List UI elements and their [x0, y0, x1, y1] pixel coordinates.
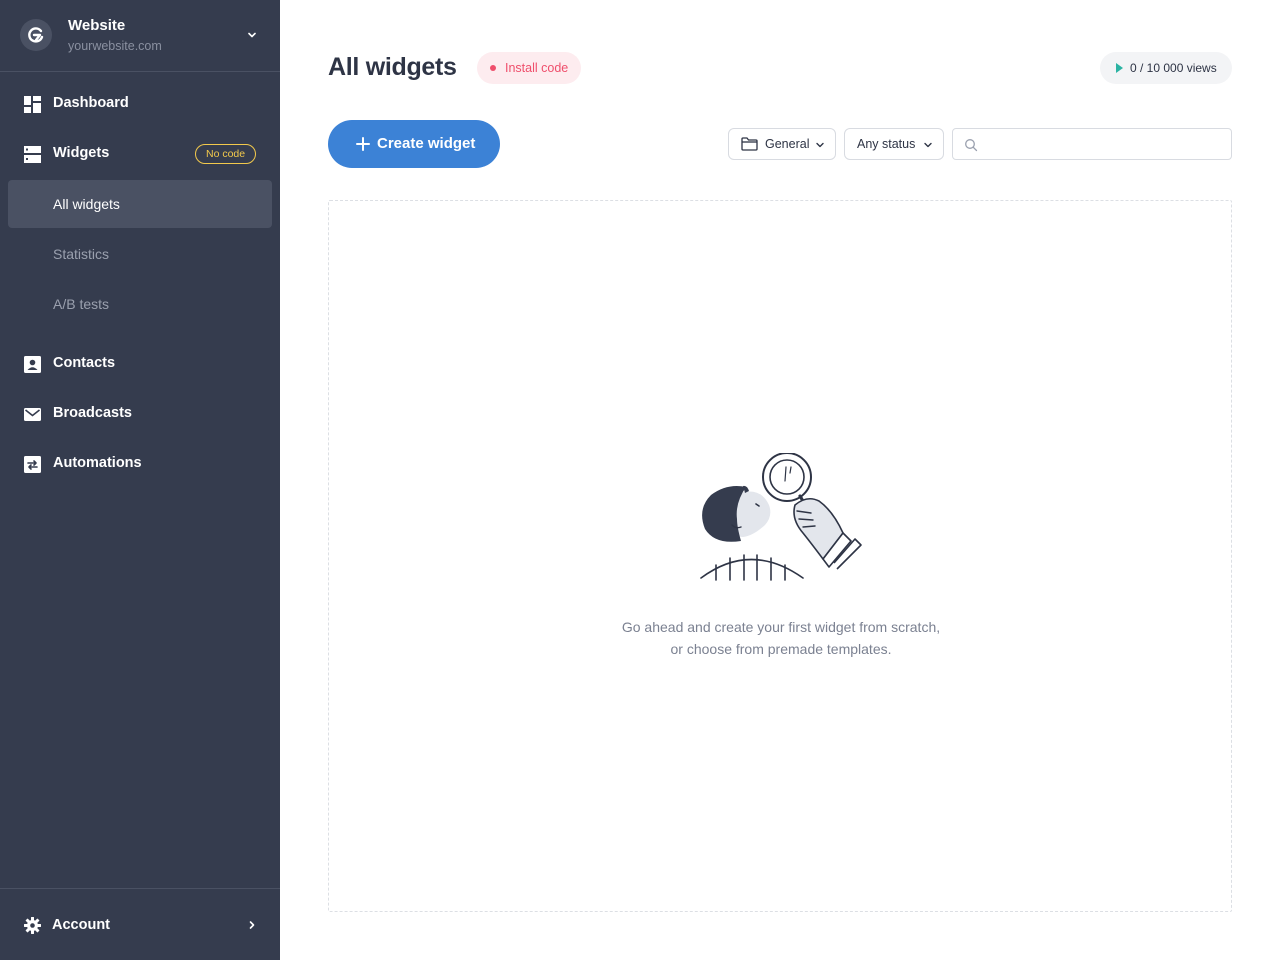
create-widget-button[interactable]: Create widget: [328, 120, 500, 168]
gear-icon: [24, 917, 41, 934]
sidebar-subitem-label: Statistics: [53, 246, 110, 262]
sidebar-item-dashboard[interactable]: Dashboard: [8, 80, 272, 128]
widgets-empty-state: Go ahead and create your first widget fr…: [328, 200, 1232, 912]
views-counter: 0 / 10 000 views: [1100, 52, 1232, 84]
folder-filter-value: General: [765, 137, 810, 151]
folder-icon: [741, 137, 758, 151]
chevron-down-icon: [924, 142, 932, 148]
person-with-magnifier-illustration: [700, 453, 862, 581]
empty-state-line-1: Go ahead and create your first widget fr…: [621, 619, 941, 635]
search-icon: [965, 139, 978, 152]
search-input[interactable]: [987, 133, 1223, 155]
site-url: yourwebsite.com: [68, 39, 162, 53]
sidebar-item-label: Contacts: [53, 355, 116, 371]
no-code-badge: No code: [195, 144, 257, 164]
sidebar-item-label: Broadcasts: [53, 405, 132, 421]
account-label: Account: [52, 917, 110, 933]
status-filter-dropdown[interactable]: Any status: [844, 128, 944, 160]
sidebar-item-label: Widgets: [53, 145, 110, 161]
create-widget-label: Create widget: [377, 135, 476, 152]
status-filter-value: Any status: [857, 137, 916, 151]
install-code-label: Install code: [505, 61, 569, 75]
empty-state-line-2: or choose from premade templates.: [670, 641, 892, 657]
plus-icon: [356, 137, 370, 151]
contacts-icon: [24, 356, 41, 373]
sidebar-subitem-label: All widgets: [53, 196, 120, 212]
site-switcher[interactable]: Website yourwebsite.com: [0, 0, 280, 72]
sidebar-item-automations[interactable]: Automations: [8, 440, 272, 488]
sidebar-subitem-ab-tests[interactable]: A/B tests: [8, 280, 272, 328]
mail-icon: [24, 408, 41, 421]
search-box: [952, 128, 1232, 160]
site-name: Website: [68, 17, 126, 34]
sidebar-subitem-statistics[interactable]: Statistics: [8, 230, 272, 278]
chevron-down-icon: [816, 142, 824, 148]
folder-filter-dropdown[interactable]: General: [728, 128, 836, 160]
empty-state-message: Go ahead and create your first widget fr…: [329, 616, 1233, 660]
play-icon: [1116, 63, 1123, 73]
sidebar-item-label: Dashboard: [53, 95, 129, 111]
sidebar-item-broadcasts[interactable]: Broadcasts: [8, 390, 272, 438]
sidebar-subitem-all-widgets[interactable]: All widgets: [8, 180, 272, 228]
page-title: All widgets: [328, 53, 457, 81]
site-logo-icon: [20, 19, 52, 51]
install-code-badge[interactable]: Install code: [477, 52, 581, 84]
sidebar: Website yourwebsite.com Dashboard Widget…: [0, 0, 280, 960]
automations-icon: [24, 456, 41, 473]
dashboard-icon: [24, 96, 41, 113]
views-counter-text: 0 / 10 000 views: [1130, 61, 1217, 75]
sidebar-subitem-label: A/B tests: [53, 296, 110, 312]
sidebar-item-widgets[interactable]: Widgets No code: [8, 130, 272, 178]
sidebar-item-label: Automations: [53, 455, 142, 471]
chevron-down-icon: [248, 32, 256, 38]
sidebar-item-contacts[interactable]: Contacts: [8, 340, 272, 388]
chevron-right-icon: [249, 921, 255, 929]
account-menu[interactable]: Account: [0, 888, 280, 960]
status-dot-icon: [490, 65, 496, 71]
widgets-icon: [24, 146, 41, 163]
